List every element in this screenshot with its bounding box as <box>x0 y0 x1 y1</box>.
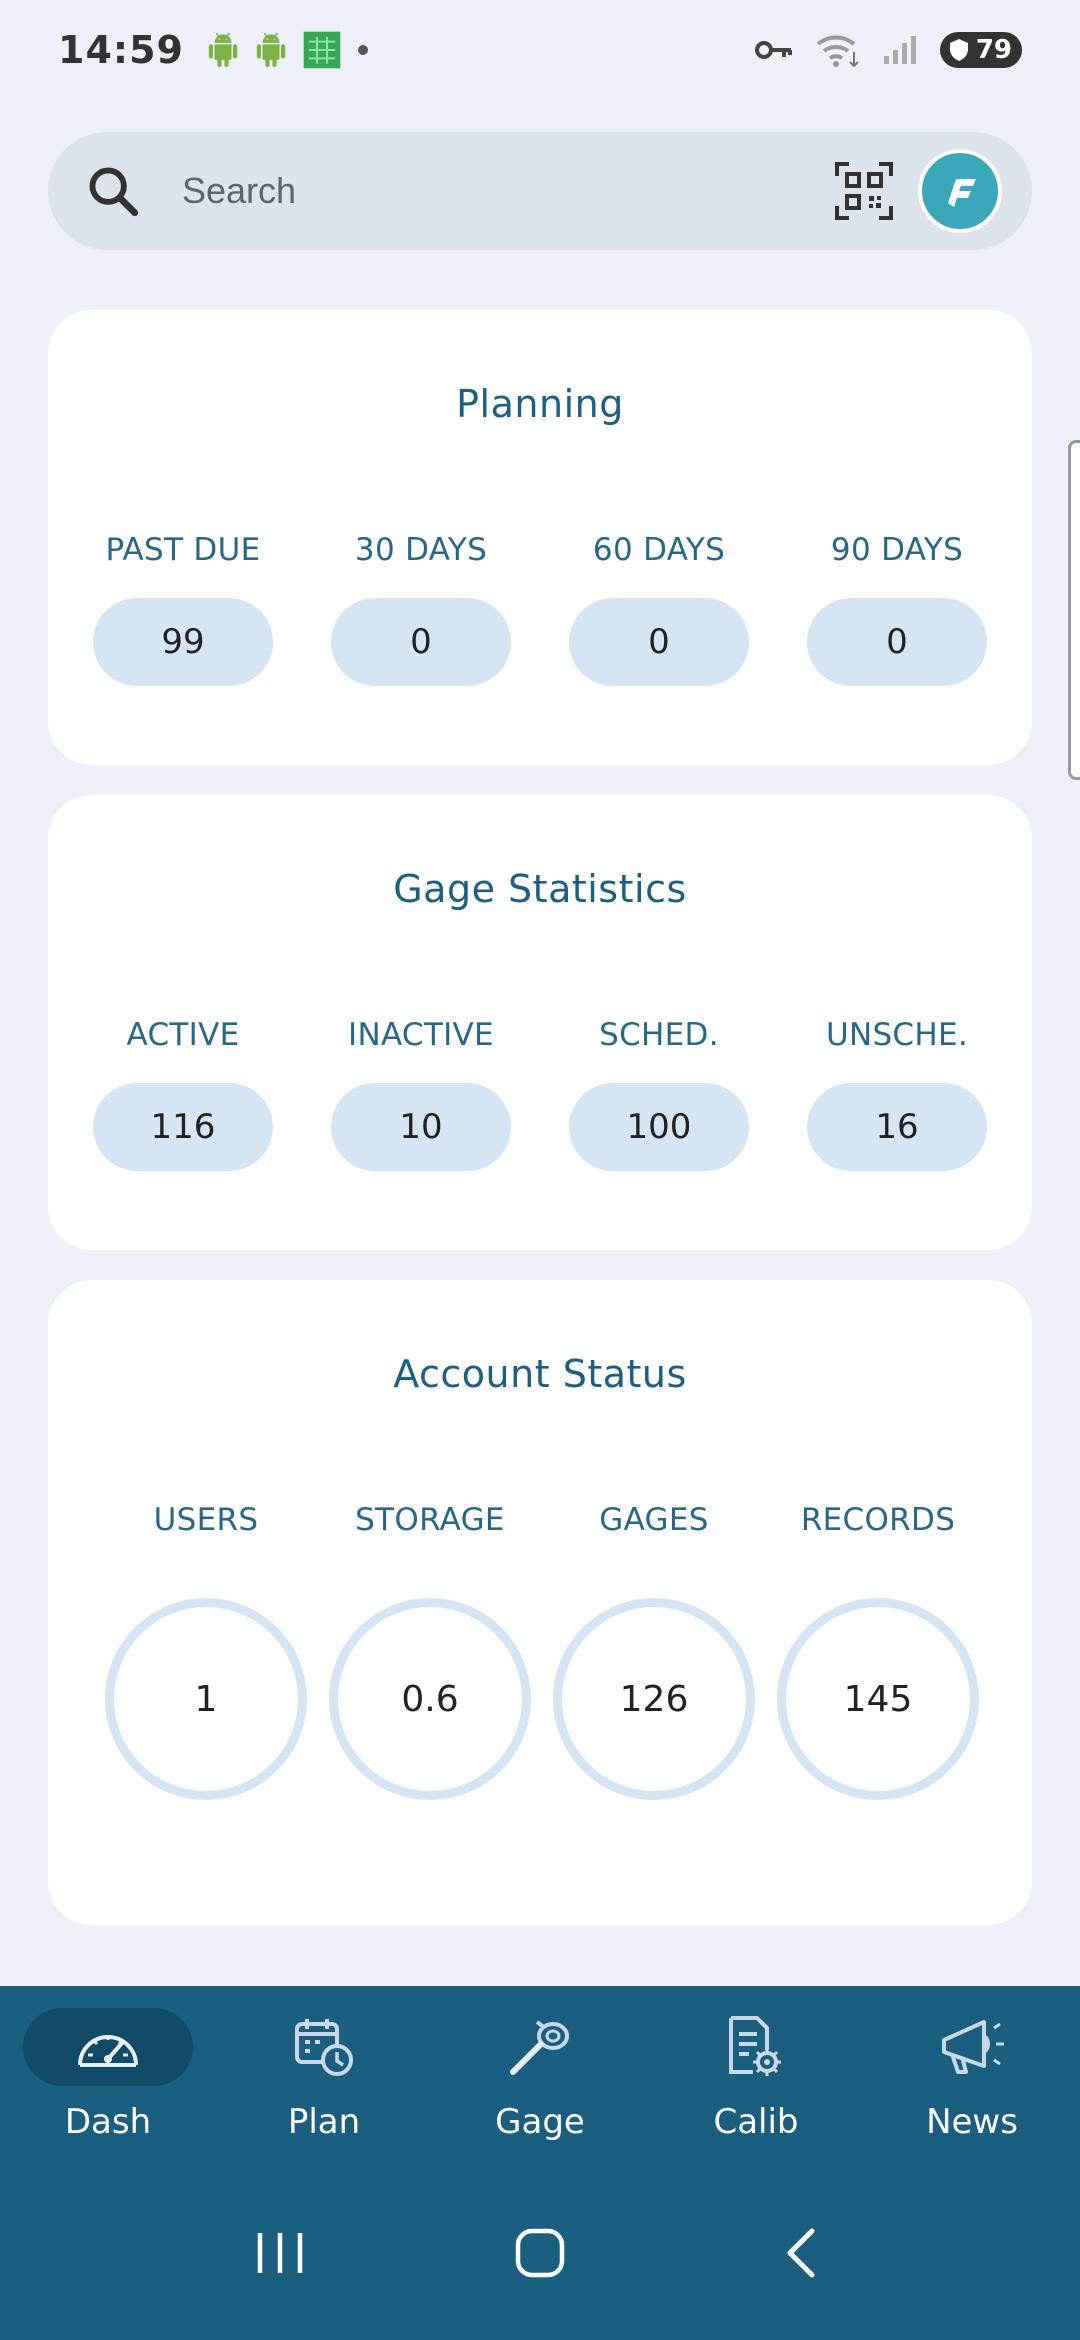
home-button[interactable] <box>495 2208 585 2298</box>
nav-item-dash[interactable]: Dash <box>0 1986 216 2166</box>
nav-icon-wrap <box>887 2008 1057 2086</box>
stat-label: RECORDS <box>800 1502 956 1538</box>
stat-value-ring: 126 <box>553 1598 755 1800</box>
stat-30-days[interactable]: 30 DAYS 0 <box>302 532 540 686</box>
stat-label: 90 DAYS <box>830 532 964 568</box>
back-icon <box>787 2228 815 2278</box>
stat-scheduled[interactable]: SCHED. 100 <box>540 1017 778 1171</box>
planning-card: Planning PAST DUE 99 30 DAYS 0 60 DAYS 0… <box>48 310 1032 765</box>
stat-users[interactable]: USERS 1 <box>94 1502 318 1800</box>
system-status-icons: 79 <box>754 32 1022 68</box>
bottom-nav: Dash Plan Gage Calib News <box>0 1986 1080 2166</box>
nav-label: Plan <box>287 2102 361 2142</box>
card-title: Gage Statistics <box>393 867 687 911</box>
stat-label: PAST DUE <box>105 532 261 568</box>
stat-value-pill: 16 <box>807 1083 987 1171</box>
stat-90-days[interactable]: 90 DAYS 0 <box>778 532 1016 686</box>
stat-label: STORAGE <box>355 1502 505 1538</box>
stat-active[interactable]: ACTIVE 116 <box>64 1017 302 1171</box>
stat-label: USERS <box>153 1502 259 1538</box>
stat-label: ACTIVE <box>126 1017 240 1053</box>
card-title: Account Status <box>393 1352 687 1396</box>
nav-icon-highlight <box>23 2008 193 2086</box>
search-input[interactable] <box>182 170 834 212</box>
gauge-tool-icon <box>510 2020 569 2075</box>
system-nav-bar <box>0 2166 1080 2340</box>
nav-item-gage[interactable]: Gage <box>432 1986 648 2166</box>
nav-label: Dash <box>64 2102 152 2142</box>
signal-icon <box>884 36 916 64</box>
stat-unscheduled[interactable]: UNSCHE. 16 <box>778 1017 1016 1171</box>
stat-60-days[interactable]: 60 DAYS 0 <box>540 532 778 686</box>
stat-value-pill: 10 <box>331 1083 511 1171</box>
search-icon <box>89 167 139 217</box>
megaphone-icon <box>942 2020 1004 2074</box>
stat-label: UNSCHE. <box>825 1017 969 1053</box>
account-status-card: Account Status USERS 1 STORAGE 0.6 GAGES… <box>48 1280 1032 1925</box>
android-icon <box>208 33 238 67</box>
speedometer-icon <box>78 2035 138 2067</box>
stat-past-due[interactable]: PAST DUE 99 <box>64 532 302 686</box>
nav-item-plan[interactable]: Plan <box>216 1986 432 2166</box>
back-button[interactable] <box>755 2208 845 2298</box>
stat-gages[interactable]: GAGES 126 <box>542 1502 766 1800</box>
gage-statistics-card: Gage Statistics ACTIVE 116 INACTIVE 10 S… <box>48 795 1032 1250</box>
nav-icon-wrap <box>239 2008 409 2086</box>
status-time: 14:59 <box>58 28 184 72</box>
battery-indicator: 79 <box>940 32 1022 68</box>
nav-label: News <box>926 2102 1018 2142</box>
recent-apps-icon <box>257 2233 303 2273</box>
stat-value-pill: 99 <box>93 598 273 686</box>
stat-label: 60 DAYS <box>592 532 726 568</box>
stat-value-pill: 0 <box>331 598 511 686</box>
stat-storage[interactable]: STORAGE 0.6 <box>318 1502 542 1800</box>
calendar-clock-icon <box>295 2019 353 2076</box>
stat-value-ring: 0.6 <box>329 1598 531 1800</box>
stat-value-pill: 0 <box>569 598 749 686</box>
nav-icon-wrap <box>671 2008 841 2086</box>
avatar[interactable] <box>918 149 1002 233</box>
vpn-key-icon <box>755 41 792 59</box>
battery-level: 79 <box>975 35 1012 65</box>
card-title: Planning <box>456 382 624 426</box>
stat-label: SCHED. <box>599 1017 719 1053</box>
status-bar: 14:59 79 <box>0 0 1080 100</box>
android-icon <box>256 33 286 67</box>
scroll-indicator[interactable] <box>1068 440 1080 780</box>
nav-item-calib[interactable]: Calib <box>648 1986 864 2166</box>
nav-label: Calib <box>713 2102 799 2142</box>
document-gear-icon <box>729 2016 781 2076</box>
stat-label: 30 DAYS <box>354 532 488 568</box>
search-bar[interactable] <box>48 132 1032 250</box>
app-logo-icon <box>948 179 976 207</box>
stat-value-pill: 100 <box>569 1083 749 1171</box>
stat-value-ring: 145 <box>777 1598 979 1800</box>
home-icon <box>515 2228 565 2278</box>
shield-icon <box>950 39 968 61</box>
qr-code-icon <box>835 162 893 220</box>
stat-value-pill: 0 <box>807 598 987 686</box>
notification-icons <box>206 30 370 70</box>
nav-label: Gage <box>495 2102 585 2142</box>
qr-scan-button[interactable] <box>834 161 894 221</box>
stat-inactive[interactable]: INACTIVE 10 <box>302 1017 540 1171</box>
nav-item-news[interactable]: News <box>864 1986 1080 2166</box>
recent-apps-button[interactable] <box>235 2208 325 2298</box>
stat-value-ring: 1 <box>105 1598 307 1800</box>
screen: 14:59 79 Search Planning PAST DUE 99 30 … <box>0 0 1080 2340</box>
dot-icon <box>357 45 368 55</box>
stat-label: INACTIVE <box>348 1017 494 1053</box>
stat-value-pill: 116 <box>93 1083 273 1171</box>
nav-icon-wrap <box>455 2008 625 2086</box>
sheets-icon <box>303 31 341 69</box>
stat-label: GAGES <box>599 1502 709 1538</box>
stat-records[interactable]: RECORDS 145 <box>766 1502 990 1800</box>
wifi-icon <box>816 35 859 68</box>
